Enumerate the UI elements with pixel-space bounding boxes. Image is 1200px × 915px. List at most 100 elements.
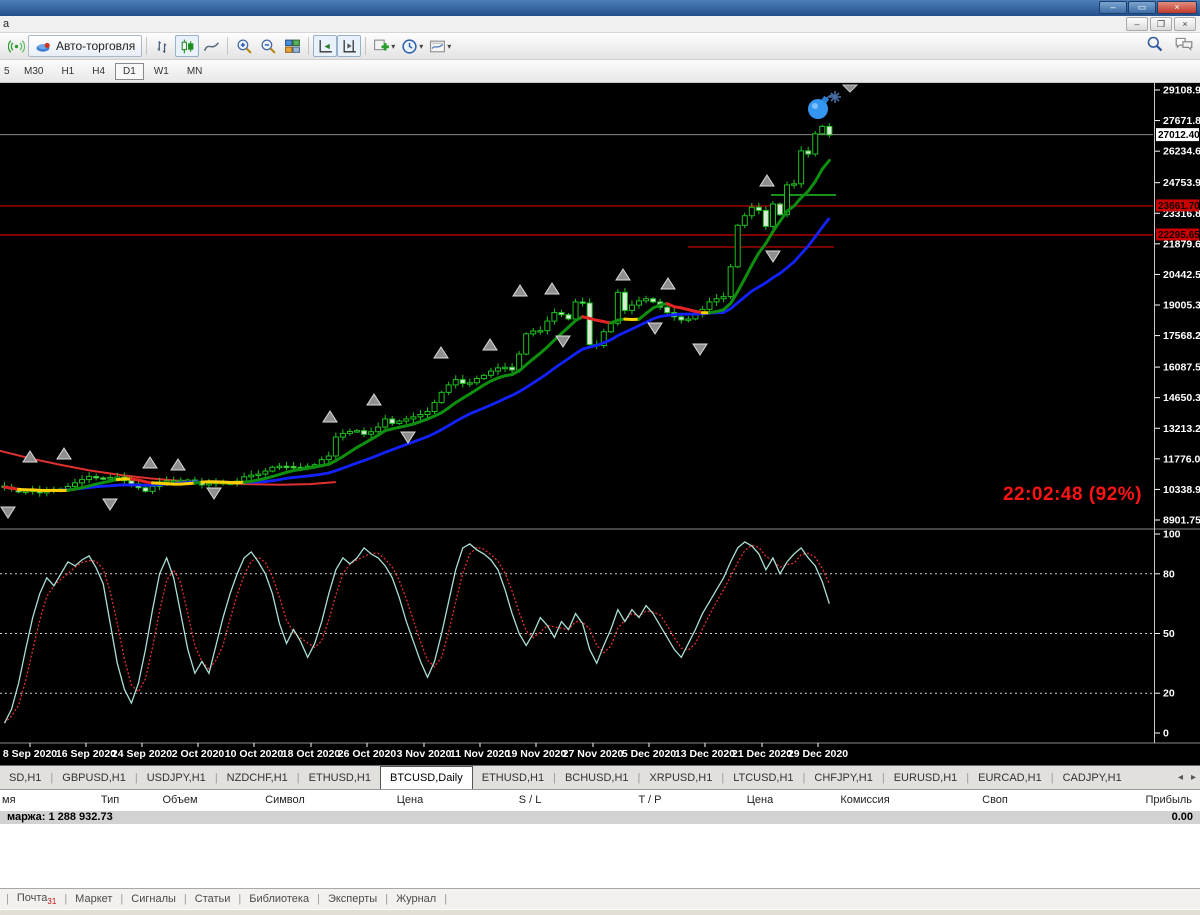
- terminal-tab-Журнал[interactable]: Журнал: [388, 893, 444, 905]
- svg-text:26234.65: 26234.65: [1163, 146, 1200, 158]
- terminal-header-row: мяТипОбъемСимволЦенаS / LT / PЦенаКомисс…: [0, 789, 1200, 811]
- window-minimize-button[interactable]: –: [1099, 1, 1127, 14]
- svg-text:11 Nov 2020: 11 Nov 2020: [450, 748, 510, 760]
- svg-text:2 Oct 2020: 2 Oct 2020: [172, 748, 225, 760]
- chart-tab-USDJPY-H1[interactable]: USDJPY,H1: [138, 766, 215, 789]
- terminal-tab-Почта[interactable]: Почта31: [9, 892, 64, 906]
- terminal-tab-Маркет[interactable]: Маркет: [67, 893, 120, 905]
- svg-text:27 Nov 2020: 27 Nov 2020: [563, 748, 624, 760]
- terminal-tab-Эксперты[interactable]: Эксперты: [320, 893, 385, 905]
- terminal-column-6[interactable]: T / P: [595, 794, 705, 806]
- timeframes-button[interactable]: ▾: [398, 35, 426, 57]
- svg-text:27671.80: 27671.80: [1163, 115, 1200, 127]
- chart-tab-EURCAD-H1[interactable]: EURCAD,H1: [969, 766, 1051, 789]
- candlestick-button[interactable]: [175, 35, 199, 57]
- line-chart-button[interactable]: [199, 35, 223, 57]
- timeframe-MN[interactable]: MN: [179, 63, 211, 80]
- timeframe-M30[interactable]: M30: [16, 63, 51, 80]
- timeframes-dropdown-arrow: ▾: [419, 42, 423, 51]
- templates-dropdown-arrow: ▾: [447, 42, 451, 51]
- timeframe-D1[interactable]: D1: [115, 63, 144, 80]
- timeframe-H1[interactable]: H1: [53, 63, 82, 80]
- window-close-button[interactable]: ×: [1157, 1, 1197, 14]
- svg-text:27012.40: 27012.40: [1158, 130, 1200, 141]
- svg-text:80: 80: [1163, 568, 1175, 580]
- svg-text:14650.35: 14650.35: [1163, 392, 1200, 404]
- chart-tab-NZDCHF-H1[interactable]: NZDCHF,H1: [218, 766, 297, 789]
- menu-bar: a – ❐ ×: [0, 16, 1200, 33]
- chart-minimize-button[interactable]: –: [1126, 17, 1148, 31]
- auto-scroll-button[interactable]: [313, 35, 337, 57]
- account-margin-row: маржа: 1 288 932.73 0.00: [0, 811, 1200, 824]
- templates-button[interactable]: ▾: [426, 35, 454, 57]
- timeframe-5[interactable]: 5: [1, 63, 14, 80]
- chart-window[interactable]: 29108.9527671.8026234.6524753.9523316.80…: [0, 83, 1200, 765]
- mail-count-badge: 31: [47, 897, 56, 906]
- terminal-tab-Статьи[interactable]: Статьи: [187, 893, 239, 905]
- candle-timer-label: 22:02:48 (92%): [1003, 484, 1142, 506]
- menu-fragment[interactable]: a: [3, 18, 9, 30]
- terminal-column-5[interactable]: S / L: [475, 794, 585, 806]
- chat-icon[interactable]: [1174, 35, 1194, 53]
- window-maximize-button[interactable]: ▭: [1128, 1, 1156, 14]
- timeframe-W1[interactable]: W1: [146, 63, 177, 80]
- svg-text:20442.50: 20442.50: [1163, 269, 1200, 281]
- chart-shift-button[interactable]: [337, 35, 361, 57]
- bar-chart-icon: [155, 38, 172, 55]
- signals-button[interactable]: [4, 35, 28, 57]
- chart-tab-BTCUSD-Daily[interactable]: BTCUSD,Daily: [380, 766, 473, 789]
- profit-value: 0.00: [1172, 811, 1193, 823]
- auto-scroll-icon: [317, 38, 334, 55]
- chart-tab-ETHUSD-H1[interactable]: ETHUSD,H1: [473, 766, 553, 789]
- margin-label: маржа: 1 288 932.73: [7, 811, 113, 823]
- svg-text:3 Nov 2020: 3 Nov 2020: [397, 748, 452, 760]
- tab-scroll-right[interactable]: ▸: [1191, 772, 1196, 783]
- status-bar: [0, 909, 1200, 915]
- chart-tab-GBPUSD-H1[interactable]: GBPUSD,H1: [53, 766, 135, 789]
- search-icon[interactable]: [1146, 35, 1164, 53]
- chart-tab-CHFJPY-H1[interactable]: CHFJPY,H1: [805, 766, 881, 789]
- chart-canvas[interactable]: 29108.9527671.8026234.6524753.9523316.80…: [0, 83, 1200, 765]
- terminal-tab-separator: |: [444, 893, 447, 905]
- terminal-column-9[interactable]: Своп: [940, 794, 1050, 806]
- terminal-tab-Библиотека[interactable]: Библиотека: [241, 893, 317, 905]
- indicators-button[interactable]: ▾: [370, 35, 398, 57]
- terminal-tab-Сигналы[interactable]: Сигналы: [123, 893, 184, 905]
- terminal-column-10[interactable]: Прибыль: [1082, 794, 1192, 806]
- autotrading-button[interactable]: Авто-торговля: [28, 35, 142, 57]
- chart-tab-EURUSD-H1[interactable]: EURUSD,H1: [885, 766, 967, 789]
- toolbar-separator: [308, 37, 309, 55]
- terminal-column-7[interactable]: Цена: [705, 794, 815, 806]
- indicators-icon: [373, 38, 390, 55]
- chart-restore-button[interactable]: ❐: [1150, 17, 1172, 31]
- toolbar-separator: [365, 37, 366, 55]
- svg-text:24753.95: 24753.95: [1163, 177, 1200, 189]
- svg-text:0: 0: [1163, 728, 1169, 740]
- chart-close-button[interactable]: ×: [1174, 17, 1196, 31]
- mt4-window: – ▭ × a – ❐ × Авто-торговля: [0, 0, 1200, 915]
- terminal-column-2[interactable]: Объем: [125, 794, 235, 806]
- svg-text:26 Oct 2020: 26 Oct 2020: [338, 748, 397, 760]
- autotrading-icon: [35, 38, 52, 55]
- zoom-out-button[interactable]: [256, 35, 280, 57]
- chart-tab-CADJPY-H1[interactable]: CADJPY,H1: [1054, 766, 1131, 789]
- tab-scroll-left[interactable]: ◂: [1178, 772, 1183, 783]
- svg-text:18 Oct 2020: 18 Oct 2020: [282, 748, 341, 760]
- terminal-column-4[interactable]: Цена: [355, 794, 465, 806]
- symbol-tab-bar: SD,H1|GBPUSD,H1|USDJPY,H1|NZDCHF,H1|ETHU…: [0, 765, 1200, 789]
- bar-chart-button[interactable]: [151, 35, 175, 57]
- chart-shift-icon: [341, 38, 358, 55]
- toolbar-separator: [227, 37, 228, 55]
- zoom-in-button[interactable]: [232, 35, 256, 57]
- title-bar[interactable]: – ▭ ×: [0, 0, 1200, 16]
- chart-tab-ETHUSD-H1[interactable]: ETHUSD,H1: [300, 766, 380, 789]
- svg-text:23661.70: 23661.70: [1158, 201, 1200, 212]
- chart-tab-XRPUSD-H1[interactable]: XRPUSD,H1: [640, 766, 721, 789]
- chart-tab-BCHUSD-H1[interactable]: BCHUSD,H1: [556, 766, 638, 789]
- terminal-column-8[interactable]: Комиссия: [810, 794, 920, 806]
- timeframe-H4[interactable]: H4: [84, 63, 113, 80]
- chart-tab-LTCUSD-H1[interactable]: LTCUSD,H1: [724, 766, 802, 789]
- chart-tab-SD-H1[interactable]: SD,H1: [0, 766, 50, 789]
- terminal-column-3[interactable]: Символ: [230, 794, 340, 806]
- tile-windows-button[interactable]: [280, 35, 304, 57]
